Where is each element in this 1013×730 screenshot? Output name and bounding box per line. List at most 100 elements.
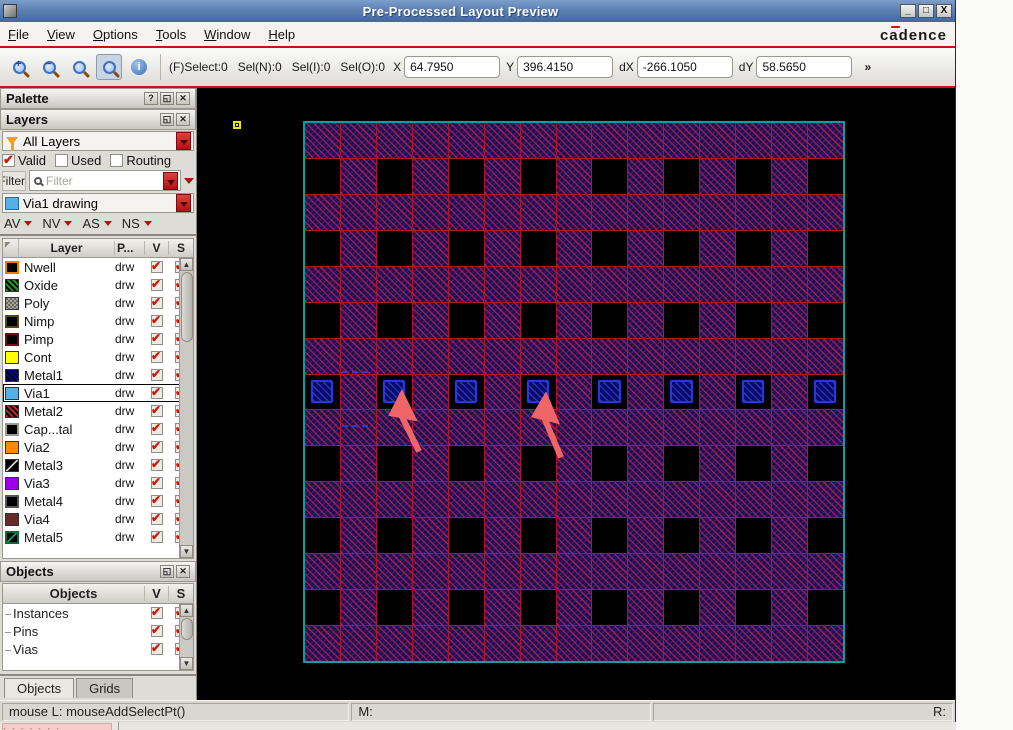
palette-float-icon[interactable]: ◱ bbox=[160, 92, 174, 105]
via1-shape[interactable] bbox=[670, 379, 693, 403]
active-layer-dropdown-arrow[interactable] bbox=[176, 194, 191, 212]
quick-button-arrow-icon[interactable] bbox=[24, 221, 33, 226]
layer-row-metal1[interactable]: Metal1 drw bbox=[3, 366, 193, 384]
layer-row-poly[interactable]: Poly drw bbox=[3, 294, 193, 312]
object-visible-checkbox[interactable] bbox=[151, 641, 163, 655]
layers-close-icon[interactable]: ✕ bbox=[176, 113, 190, 126]
layer-visible-checkbox[interactable] bbox=[151, 385, 163, 399]
via1-shape[interactable] bbox=[526, 379, 549, 403]
layer-row-cont[interactable]: Cont drw bbox=[3, 348, 193, 366]
quick-button-arrow-icon[interactable] bbox=[143, 221, 152, 226]
menu-view[interactable]: View bbox=[47, 27, 75, 42]
layer-visible-checkbox[interactable] bbox=[151, 331, 163, 345]
via1-shape[interactable] bbox=[382, 379, 406, 403]
object-row-instances[interactable]: Instances bbox=[3, 604, 193, 622]
palette-close-icon[interactable]: ✕ bbox=[176, 92, 190, 105]
scroll-down-icon[interactable]: ▼ bbox=[180, 545, 193, 558]
layer-table-scrollbar[interactable]: ▲ ▼ bbox=[179, 258, 193, 558]
layer-visible-checkbox[interactable] bbox=[151, 349, 163, 363]
checkbox-valid[interactable] bbox=[2, 152, 15, 168]
via1-shape[interactable] bbox=[598, 379, 621, 403]
zoom-area-icon[interactable] bbox=[66, 54, 92, 80]
coord-field-y[interactable] bbox=[517, 56, 614, 78]
layer-visible-checkbox[interactable] bbox=[151, 457, 163, 471]
close-button[interactable]: X bbox=[936, 4, 952, 18]
layer-row-nimp[interactable]: Nimp drw bbox=[3, 312, 193, 330]
objects-scrollbar[interactable]: ▲ ▼ bbox=[179, 604, 193, 670]
layer-row-metal2[interactable]: Metal2 drw bbox=[3, 402, 193, 420]
search-dropdown-arrow[interactable] bbox=[163, 171, 178, 190]
layer-visible-checkbox[interactable] bbox=[151, 439, 163, 453]
palette-help-button[interactable]: ? bbox=[144, 92, 158, 105]
quick-button-ns[interactable]: NS bbox=[122, 216, 140, 231]
filter-options-arrow[interactable] bbox=[184, 177, 194, 184]
objects-close-icon[interactable]: ✕ bbox=[176, 565, 190, 578]
menu-window[interactable]: Window bbox=[204, 27, 250, 42]
layer-row-via3[interactable]: Via3 drw bbox=[3, 474, 193, 492]
layer-visible-checkbox[interactable] bbox=[151, 295, 163, 309]
quick-button-nv[interactable]: NV bbox=[42, 216, 60, 231]
quick-button-arrow-icon[interactable] bbox=[64, 221, 73, 226]
via1-shape[interactable] bbox=[742, 379, 765, 403]
via1-shape[interactable] bbox=[814, 379, 837, 403]
layer-row-metal3[interactable]: Metal3 drw bbox=[3, 456, 193, 474]
layer-visible-checkbox[interactable] bbox=[151, 421, 163, 435]
quick-button-av[interactable]: AV bbox=[4, 216, 20, 231]
layer-search-input[interactable] bbox=[46, 173, 161, 188]
tab-grids[interactable]: Grids bbox=[76, 678, 134, 698]
layers-float-icon[interactable]: ◱ bbox=[160, 113, 174, 126]
col-layer[interactable]: Layer bbox=[19, 241, 115, 255]
sort-column[interactable] bbox=[3, 239, 19, 257]
minimize-button[interactable]: _ bbox=[900, 4, 916, 18]
layer-row-oxide[interactable]: Oxide drw bbox=[3, 276, 193, 294]
maximize-button[interactable]: □ bbox=[918, 4, 934, 18]
object-visible-checkbox[interactable] bbox=[151, 605, 163, 619]
layer-visible-checkbox[interactable] bbox=[151, 403, 163, 417]
layer-row-via2[interactable]: Via2 drw bbox=[3, 438, 193, 456]
layer-row-nwell[interactable]: Nwell drw bbox=[3, 258, 193, 276]
layer-visible-checkbox[interactable] bbox=[151, 475, 163, 489]
layer-row-via1[interactable]: Via1 drw bbox=[3, 384, 193, 402]
layer-visible-checkbox[interactable] bbox=[151, 259, 163, 273]
layer-visible-checkbox[interactable] bbox=[151, 493, 163, 507]
layer-visible-checkbox[interactable] bbox=[151, 313, 163, 327]
layer-visible-checkbox[interactable] bbox=[151, 511, 163, 525]
toolbar-overflow-button[interactable]: » bbox=[860, 58, 875, 76]
layer-row-pimp[interactable]: Pimp drw bbox=[3, 330, 193, 348]
coord-field-x[interactable] bbox=[404, 56, 501, 78]
zoom-in-icon[interactable]: + bbox=[6, 54, 32, 80]
object-row-vias[interactable]: Vias bbox=[3, 640, 193, 658]
tab-objects[interactable]: Objects bbox=[4, 678, 75, 698]
checkbox-routing[interactable] bbox=[110, 154, 124, 167]
menu-tools[interactable]: Tools bbox=[156, 27, 186, 42]
quick-button-arrow-icon[interactable] bbox=[103, 221, 112, 226]
col-objects-v[interactable]: V bbox=[145, 586, 169, 601]
layer-filter-dropdown[interactable]: All Layers bbox=[2, 131, 194, 151]
layer-row-metal4[interactable]: Metal4 drw bbox=[3, 492, 193, 510]
col-purpose[interactable]: P... bbox=[115, 241, 145, 255]
active-layer-dropdown[interactable]: Via1 drawing bbox=[2, 193, 194, 213]
via1-shape[interactable] bbox=[454, 379, 478, 403]
col-objects-s[interactable]: S bbox=[169, 586, 193, 601]
coord-field-dy[interactable] bbox=[756, 56, 853, 78]
object-visible-checkbox[interactable] bbox=[151, 623, 163, 637]
checkbox-used[interactable] bbox=[54, 154, 68, 167]
scroll-up-icon[interactable]: ▲ bbox=[180, 258, 193, 271]
layer-visible-checkbox[interactable] bbox=[151, 367, 163, 381]
info-icon[interactable]: i bbox=[126, 54, 152, 80]
object-row-pins[interactable]: Pins bbox=[3, 622, 193, 640]
zoom-fit-icon[interactable] bbox=[96, 54, 122, 80]
layer-visible-checkbox[interactable] bbox=[151, 277, 163, 291]
scrollbar-thumb[interactable] bbox=[180, 272, 193, 342]
zoom-out-icon[interactable]: − bbox=[36, 54, 62, 80]
layer-row-captal[interactable]: Cap...tal drw bbox=[3, 420, 193, 438]
via1-shape[interactable] bbox=[310, 379, 334, 403]
coord-field-dx[interactable] bbox=[636, 56, 733, 78]
objects-scroll-down-icon[interactable]: ▼ bbox=[180, 657, 193, 670]
layer-row-via4[interactable]: Via4 drw bbox=[3, 510, 193, 528]
layout-canvas[interactable] bbox=[197, 88, 955, 700]
menu-help[interactable]: Help bbox=[268, 27, 295, 42]
col-v[interactable]: V bbox=[145, 241, 169, 255]
layer-visible-checkbox[interactable] bbox=[151, 529, 163, 543]
layer-row-metal5[interactable]: Metal5 drw bbox=[3, 528, 193, 546]
